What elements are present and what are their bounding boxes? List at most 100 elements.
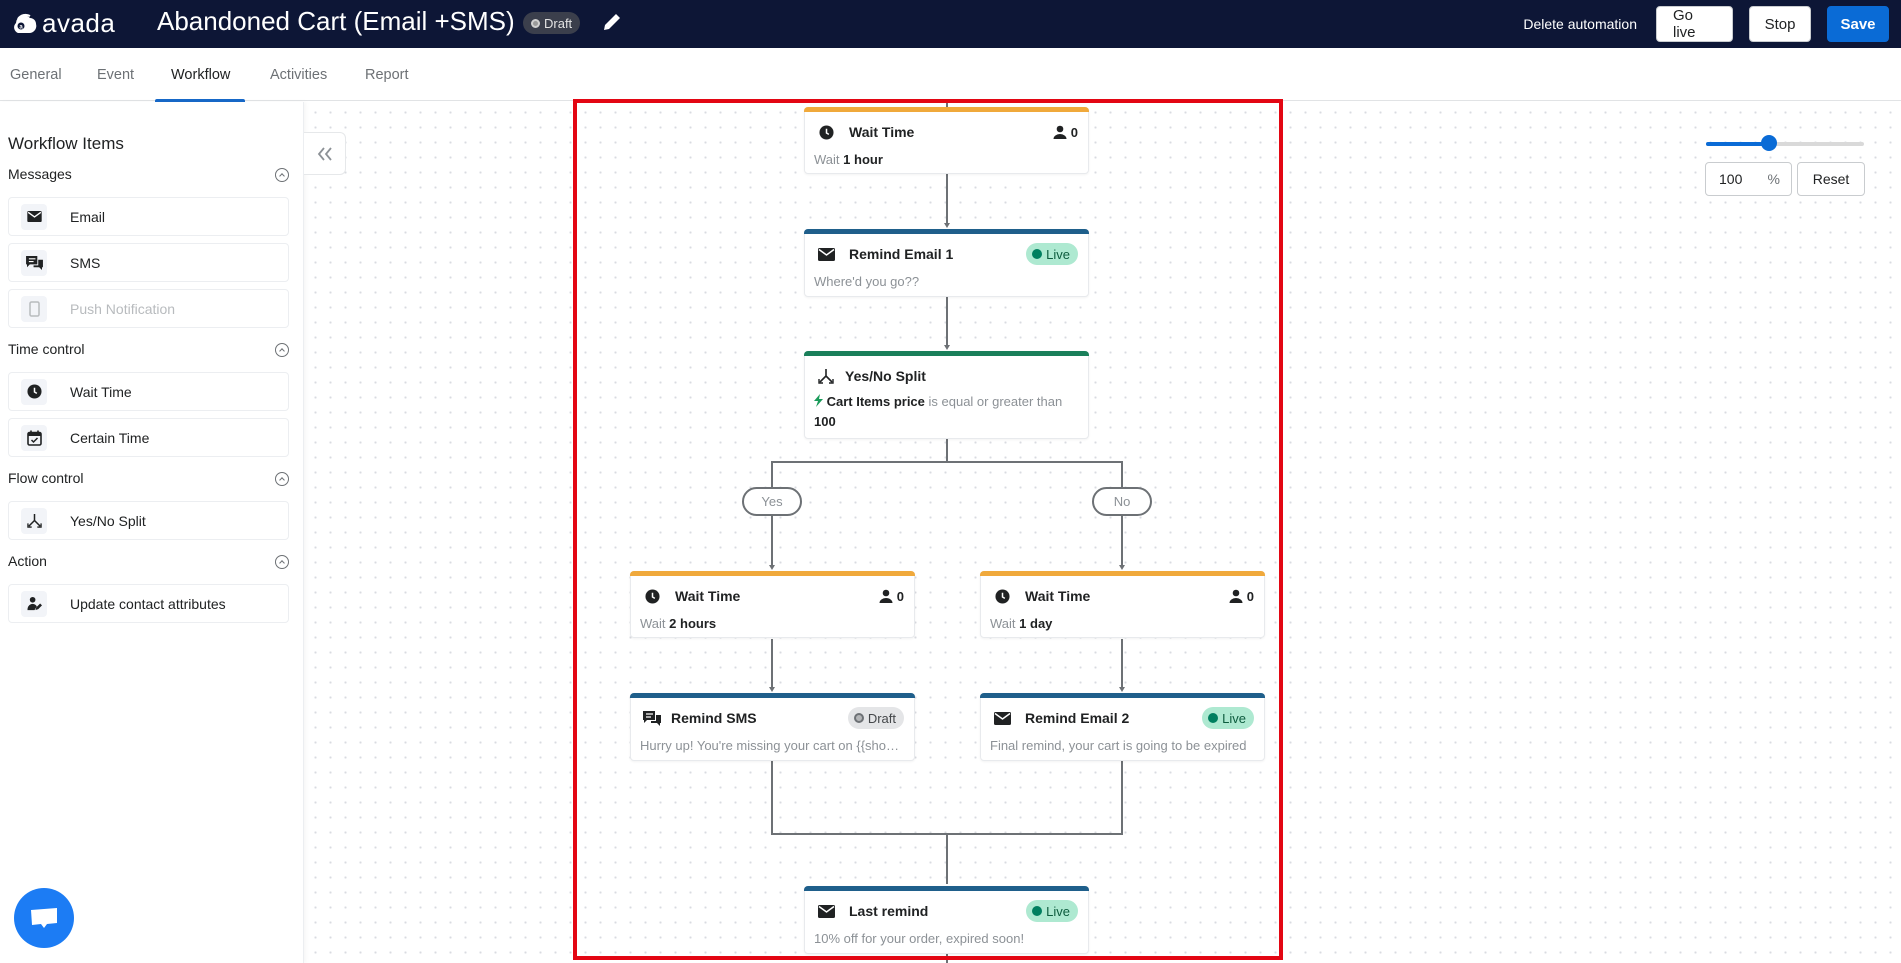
tab-report[interactable]: Report [365, 48, 409, 101]
node-wait-1-day[interactable]: Wait Time 0 Wait 1 day [980, 571, 1265, 638]
reset-zoom-button[interactable]: Reset [1797, 162, 1865, 196]
section-flow-control: Flow control [8, 470, 84, 486]
zoom-unit: % [1767, 171, 1780, 187]
sidebar-item-label: Update contact attributes [70, 595, 226, 612]
node-title: Wait Time [675, 588, 741, 604]
sidebar-item-update-contact-attributes[interactable]: Update contact attributes [8, 584, 289, 623]
sidebar-item-label: Push Notification [70, 300, 176, 317]
status-badge: Draft [523, 12, 581, 34]
node-wait-1-hour[interactable]: Wait Time 0 Wait 1 hour [804, 107, 1089, 174]
collapse-action-icon[interactable] [275, 555, 289, 569]
clock-icon [817, 123, 835, 141]
wait-prefix: Wait [814, 152, 840, 167]
zoom-percent-input[interactable]: 100 % [1705, 162, 1792, 196]
sidebar-item-label: Certain Time [70, 429, 150, 446]
clock-icon [21, 378, 47, 405]
status-badge-live: Live [1202, 707, 1254, 729]
split-icon [21, 507, 47, 534]
tab-activities[interactable]: Activities [270, 48, 327, 101]
wait-prefix: Wait [640, 616, 666, 631]
sidebar-item-certain-time[interactable]: Certain Time [8, 418, 289, 457]
live-chat-button[interactable] [14, 888, 74, 948]
status-label: Live [1046, 903, 1070, 919]
condition-value: 100 [814, 414, 836, 429]
sidebar-item-label: SMS [70, 254, 101, 271]
node-remind-email-2[interactable]: Remind Email 2 Live Final remind, your c… [980, 693, 1265, 761]
node-remind-sms[interactable]: Remind SMS Draft Hurry up! You're missin… [630, 693, 915, 761]
contact-count: 0 [896, 588, 904, 604]
workflow-items-sidebar: Workflow Items Messages Email SMS Push N… [0, 102, 304, 963]
node-title: Remind SMS [671, 710, 757, 726]
node-remind-email-1[interactable]: Remind Email 1 Live Where'd you go?? [804, 229, 1089, 297]
tab-event[interactable]: Event [97, 48, 134, 101]
condition-operator: is equal or greater than [928, 394, 1063, 409]
save-button[interactable]: Save [1827, 6, 1889, 42]
status-badge-draft: Draft [847, 707, 904, 729]
live-dot-icon [1032, 906, 1043, 916]
chat-bubbles-icon [21, 249, 47, 276]
node-title: Last remind [849, 903, 929, 919]
mobile-phone-icon [21, 295, 47, 322]
node-title: Remind Email 1 [849, 246, 954, 262]
pencil-edit-icon[interactable] [600, 10, 624, 34]
sidebar-item-yes-no-split[interactable]: Yes/No Split [8, 501, 289, 540]
stop-button[interactable]: Stop [1749, 6, 1811, 42]
clock-icon [993, 587, 1011, 605]
contact-count: 0 [1246, 588, 1254, 604]
wait-prefix: Wait [990, 616, 1016, 631]
zoom-slider-thumb[interactable] [1761, 135, 1778, 151]
node-subtitle: Final remind, your cart is going to be e… [990, 738, 1247, 753]
status-label: Live [1046, 246, 1070, 262]
node-type-bar [630, 693, 915, 698]
top-bar: a avada Abandoned Cart (Email +SMS) Draf… [0, 0, 1901, 48]
zoom-value: 100 [1719, 171, 1743, 187]
no-branch-label: No [1092, 487, 1152, 516]
node-last-remind[interactable]: Last remind Live 10% off for your order,… [804, 886, 1089, 954]
clock-icon [643, 587, 661, 605]
person-icon [879, 589, 893, 603]
lightning-icon [814, 394, 823, 407]
collapse-messages-icon[interactable] [275, 168, 289, 182]
node-type-bar [980, 693, 1265, 698]
collapse-time-control-icon[interactable] [275, 343, 289, 357]
wait-duration: 2 hours [669, 616, 717, 631]
node-yes-no-split[interactable]: Yes/No Split Cart Items price is equal o… [804, 351, 1089, 439]
sidebar-title: Workflow Items [8, 134, 124, 153]
sidebar-item-push-notification: Push Notification [8, 289, 289, 328]
zoom-slider[interactable] [1706, 135, 1864, 151]
node-subtitle: Hurry up! You're missing your cart on {{… [640, 738, 904, 753]
go-live-button[interactable]: Go live [1656, 6, 1733, 42]
sidebar-item-label: Email [70, 208, 106, 225]
node-title: Yes/No Split [845, 368, 926, 384]
person-icon [1229, 589, 1243, 603]
section-action: Action [8, 553, 47, 569]
split-icon [817, 367, 835, 385]
node-type-bar [980, 571, 1265, 576]
tab-general[interactable]: General [10, 48, 62, 101]
node-wait-2-hours[interactable]: Wait Time 0 Wait 2 hours [630, 571, 915, 638]
sidebar-item-label: Yes/No Split [70, 512, 146, 529]
avada-logo[interactable]: a avada [10, 8, 115, 39]
collapse-flow-control-icon[interactable] [275, 472, 289, 486]
workflow-canvas[interactable] [305, 102, 1901, 963]
tab-workflow[interactable]: Workflow [154, 48, 246, 102]
node-title: Remind Email 2 [1025, 710, 1130, 726]
status-label: Live [1222, 710, 1246, 726]
node-subtitle: 10% off for your order, expired soon! [814, 931, 1025, 946]
node-type-bar [804, 886, 1089, 891]
collapse-sidebar-button[interactable] [304, 132, 346, 175]
user-edit-icon [21, 590, 47, 617]
delete-automation-link[interactable]: Delete automation [1523, 16, 1637, 32]
node-subtitle: Where'd you go?? [814, 274, 920, 289]
automation-title: Abandoned Cart (Email +SMS) [157, 6, 515, 36]
envelope-icon [993, 709, 1011, 727]
sidebar-item-label: Wait Time [70, 383, 132, 400]
sidebar-item-email[interactable]: Email [8, 197, 289, 236]
live-dot-icon [1208, 713, 1219, 723]
sidebar-item-wait-time[interactable]: Wait Time [8, 372, 289, 411]
sidebar-item-sms[interactable]: SMS [8, 243, 289, 282]
person-icon [1053, 125, 1067, 139]
status-label: Draft [867, 710, 896, 726]
calendar-check-icon [21, 424, 47, 451]
node-type-bar [804, 351, 1089, 356]
